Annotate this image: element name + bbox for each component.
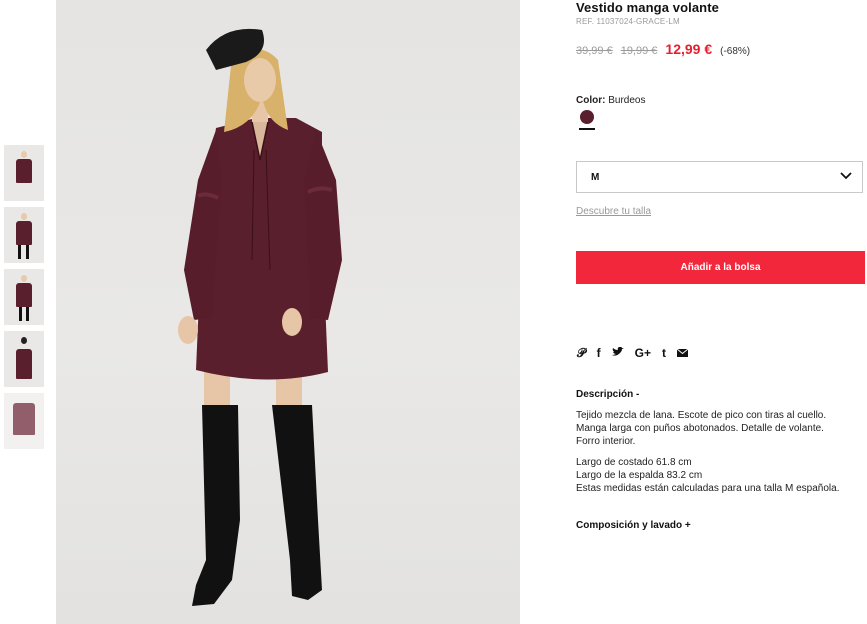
previous-price: 19,99 € (620, 45, 658, 57)
product-title: Vestido manga volante (576, 0, 719, 15)
email-icon[interactable] (676, 345, 689, 361)
google-plus-icon[interactable]: G+ (635, 345, 651, 361)
model-face (244, 58, 276, 102)
product-reference: REF. 11037024-GRACE-LM (576, 17, 680, 26)
model-hand-right (282, 308, 302, 336)
thumbnail-boot (19, 307, 22, 321)
main-product-image[interactable] (56, 0, 520, 624)
original-price: 39,99 € (576, 45, 613, 57)
thumbnail-2[interactable] (4, 207, 44, 263)
facebook-icon[interactable]: f (597, 345, 601, 361)
description-heading[interactable]: Descripción - (576, 389, 639, 400)
description-line: Forro interior. (576, 436, 636, 447)
thumbnail-model-head (21, 151, 27, 158)
size-guide-link[interactable]: Descubre tu talla (576, 206, 651, 217)
composition-heading[interactable]: Composición y lavado + (576, 520, 691, 531)
thumbnail-dress (16, 221, 32, 245)
model-illustration (178, 28, 342, 606)
thumbnail-model-head (21, 213, 27, 220)
size-selected-value: M (591, 171, 600, 183)
discount-badge: (-68%) (720, 46, 751, 57)
thumbnail-1[interactable] (4, 145, 44, 201)
thumbnail-list (4, 145, 44, 455)
add-to-bag-button[interactable]: Añadir a la bolsa (576, 251, 865, 284)
chevron-down-icon (840, 171, 852, 183)
color-label-title: Color: (576, 95, 606, 106)
swatch-selected-indicator (579, 128, 595, 130)
description-paragraph: Tejido mezcla de lana. Escote de pico co… (576, 409, 866, 448)
pinterest-icon[interactable]: 𝒫 (577, 345, 586, 361)
thumbnail-model-head (21, 337, 27, 344)
thumbnail-dress-flat (13, 403, 35, 435)
measurements-paragraph: Largo de costado 61.8 cm Largo de la esp… (576, 456, 866, 495)
measurement-line: Estas medidas están calculadas para una … (576, 483, 840, 494)
thumbnail-boot (18, 245, 21, 259)
thumbnail-5[interactable] (4, 393, 44, 449)
description-line: Tejido mezcla de lana. Escote de pico co… (576, 410, 827, 421)
color-label: Color: Burdeos (576, 95, 645, 106)
measurement-line: Largo de la espalda 83.2 cm (576, 470, 703, 481)
share-icons: 𝒫 f G+ t (577, 345, 689, 361)
model-sleeve-right (304, 130, 342, 320)
thumbnail-3[interactable] (4, 269, 44, 325)
model-boot-left (192, 405, 240, 606)
thumbnail-dress (16, 159, 32, 183)
thumbnail-dress (16, 283, 32, 307)
thumbnail-dress (16, 349, 32, 379)
thumbnail-4[interactable] (4, 331, 44, 387)
size-select[interactable]: M (576, 161, 863, 193)
description-body: Tejido mezcla de lana. Escote de pico co… (576, 409, 866, 503)
tumblr-icon[interactable]: t (662, 345, 666, 361)
measurement-line: Largo de costado 61.8 cm (576, 457, 692, 468)
model-boot-right (272, 405, 322, 600)
model-hand-left (178, 316, 198, 344)
twitter-icon[interactable] (611, 345, 624, 361)
description-line: Manga larga con puños abotonados. Detall… (576, 423, 824, 434)
color-swatch-burdeos[interactable] (580, 110, 594, 124)
sale-price: 12,99 € (665, 41, 713, 57)
color-value: Burdeos (608, 95, 646, 106)
thumbnail-model-head (21, 275, 27, 282)
thumbnail-boot (26, 245, 29, 259)
thumbnail-boot (26, 307, 29, 321)
price-block: 39,99 € 19,99 € 12,99 € (-68%) (576, 41, 750, 57)
